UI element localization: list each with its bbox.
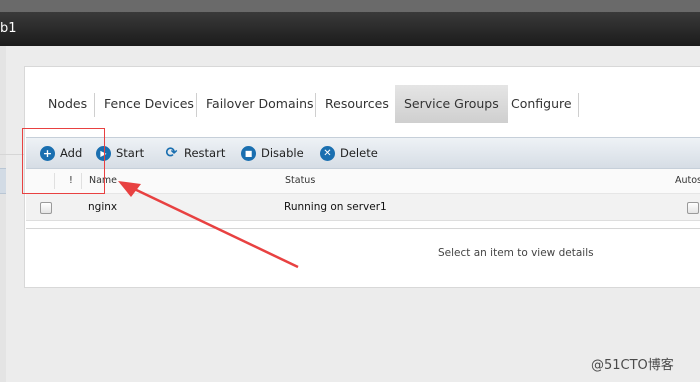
column-header-status[interactable]: Status — [285, 169, 315, 193]
table-row[interactable]: nginx Running on server1 — [26, 194, 700, 221]
autostart-checkbox[interactable] — [687, 202, 699, 214]
start-button-label: Start — [116, 146, 145, 160]
left-nav — [0, 46, 6, 382]
row-select-checkbox[interactable] — [40, 202, 52, 214]
service-group-toolbar: + Add ▶ Start ⟳ Restart ■ Disable ✕ Dele… — [26, 137, 700, 169]
service-groups-panel: Nodes Fence Devices Failover Domains Res… — [24, 66, 700, 288]
x-circle-icon: ✕ — [320, 146, 335, 161]
annotation-highlight-box — [22, 128, 105, 194]
tab-resources[interactable]: Resources — [316, 85, 398, 123]
column-header-autostart[interactable]: Autost — [675, 169, 700, 193]
service-status: Running on server1 — [284, 201, 387, 213]
disable-button-label: Disable — [261, 146, 304, 160]
left-nav-selected-item[interactable] — [0, 168, 6, 194]
left-nav-divider — [0, 154, 24, 155]
tab-failover-domains[interactable]: Failover Domains — [197, 85, 323, 123]
service-name: nginx — [88, 201, 118, 213]
restart-button-label: Restart — [184, 146, 226, 160]
tab-separator — [578, 93, 579, 117]
table-header: ! Name Status Autost — [26, 169, 700, 194]
details-pane: Select an item to view details — [26, 228, 700, 286]
details-placeholder: Select an item to view details — [438, 247, 594, 259]
refresh-icon: ⟳ — [165, 145, 178, 161]
tab-nodes[interactable]: Nodes — [39, 85, 96, 123]
tab-fence-devices[interactable]: Fence Devices — [95, 85, 203, 123]
delete-button-label: Delete — [340, 146, 378, 160]
window-top-strip — [0, 0, 700, 12]
tab-configure[interactable]: Configure — [502, 85, 581, 123]
watermark: @51CTO博客 — [591, 358, 674, 373]
stop-circle-icon: ■ — [241, 146, 256, 161]
title-bar: b1 — [0, 12, 700, 46]
window-title: b1 — [0, 21, 17, 36]
tab-service-groups[interactable]: Service Groups — [395, 85, 508, 123]
tab-bar: Nodes Fence Devices Failover Domains Res… — [25, 85, 700, 123]
